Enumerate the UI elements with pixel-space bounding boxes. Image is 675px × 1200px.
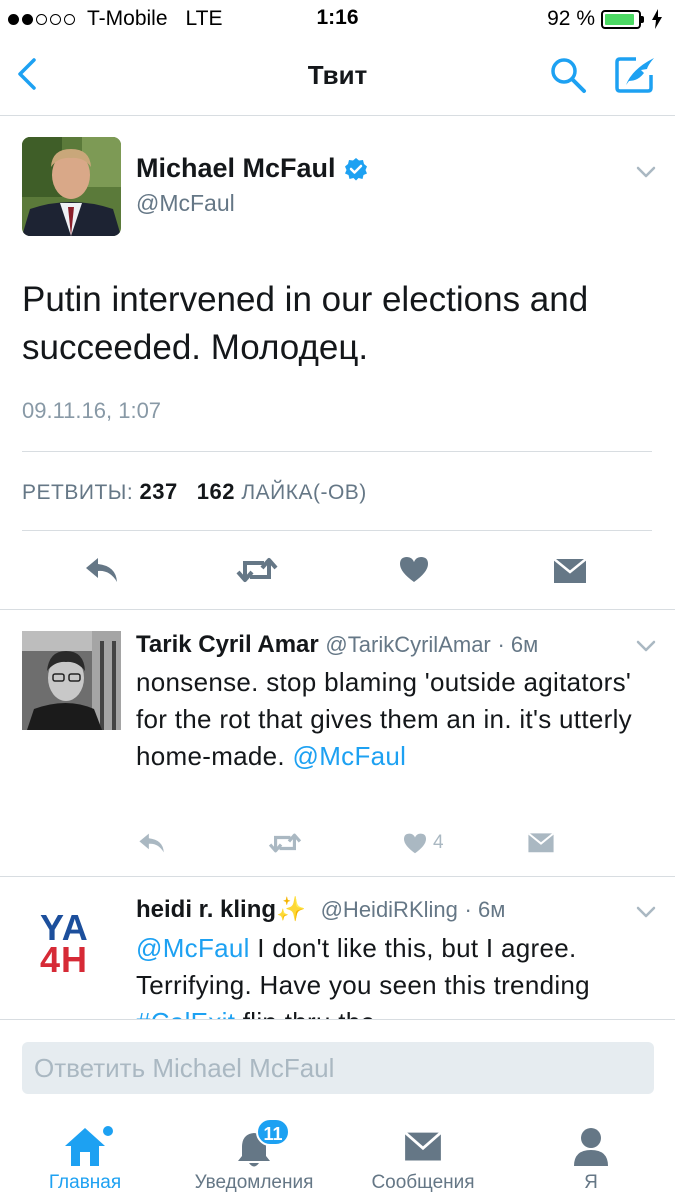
- reply-author-name[interactable]: heidi r. kling: [136, 896, 276, 923]
- retweet-icon[interactable]: [268, 832, 302, 854]
- likes-count[interactable]: 162: [197, 479, 235, 504]
- status-right: 92 %: [547, 7, 663, 31]
- avatar-logo-bottom: 4H: [40, 939, 89, 980]
- like-heart-icon[interactable]: [398, 555, 430, 583]
- reply-body-cont2: flip thru the: [243, 1007, 376, 1019]
- like-count: 4: [433, 832, 444, 853]
- author-name[interactable]: Michael McFaul: [136, 153, 336, 184]
- divider: [0, 609, 675, 610]
- chevron-down-icon[interactable]: [635, 905, 657, 919]
- profile-icon: [574, 1128, 608, 1166]
- reply-author-handle[interactable]: @HeidiRKling: [321, 897, 458, 922]
- sparkles-emoji: ✨: [276, 896, 306, 923]
- reply-text: nonsense. stop blaming 'outside agitator…: [136, 664, 656, 775]
- search-icon[interactable]: [548, 55, 588, 95]
- status-bar: T-Mobile LTE 1:16 92 %: [0, 0, 675, 38]
- tweet-text: Putin intervened in our elections and su…: [22, 280, 589, 367]
- mention-link[interactable]: @McFaul: [136, 933, 250, 963]
- retweets-count[interactable]: 237: [140, 479, 178, 504]
- battery-percent: 92 %: [547, 7, 595, 30]
- reply-composer: Ответить Michael McFaul: [0, 1019, 675, 1114]
- reply-avatar[interactable]: [22, 631, 121, 730]
- author-name-row[interactable]: Michael McFaul: [136, 153, 368, 184]
- reply-input[interactable]: Ответить Michael McFaul: [22, 1042, 654, 1094]
- direct-message-icon[interactable]: [527, 831, 555, 853]
- divider: [22, 530, 652, 531]
- battery-icon: [601, 9, 644, 29]
- chevron-down-icon[interactable]: [635, 639, 657, 653]
- hashtag-link[interactable]: #CalExit: [136, 1007, 235, 1019]
- chevron-down-icon[interactable]: [635, 165, 657, 179]
- retweet-icon[interactable]: [236, 556, 278, 584]
- tab-label: Главная: [48, 1172, 122, 1193]
- charging-bolt-icon: [652, 9, 662, 29]
- tab-label: Сообщения: [371, 1172, 475, 1193]
- reply-author-name[interactable]: Tarik Cyril Amar: [136, 631, 319, 658]
- retweets-label: РЕТВИТЫ:: [22, 481, 134, 504]
- reply-header[interactable]: heidi r. kling✨ @HeidiRKling · 6м: [136, 895, 505, 924]
- tab-home[interactable]: Главная: [5, 1114, 165, 1200]
- reply-time: · 6м: [464, 897, 506, 922]
- envelope-icon: [404, 1131, 442, 1161]
- reply-text: @McFaul I don't like this, but I agree. …: [136, 930, 656, 1019]
- author-avatar[interactable]: [22, 137, 121, 236]
- verified-badge-icon: [344, 157, 367, 180]
- tab-messages[interactable]: Сообщения: [343, 1114, 503, 1200]
- direct-message-icon[interactable]: [553, 556, 587, 584]
- divider: [22, 451, 652, 452]
- tab-bar: Главная 11 Уведомления Сообщения Я: [0, 1114, 675, 1200]
- notification-badge: 11: [256, 1118, 290, 1146]
- like-heart-icon[interactable]: [402, 832, 428, 854]
- tab-me[interactable]: Я: [511, 1114, 671, 1200]
- reply-time: · 6м: [497, 632, 539, 657]
- compose-tweet-icon[interactable]: [614, 55, 658, 95]
- tab-label: Уведомления: [194, 1172, 314, 1193]
- reply-header[interactable]: Tarik Cyril Amar @TarikCyrilAmar · 6м: [136, 631, 538, 659]
- author-handle[interactable]: @McFaul: [136, 190, 235, 217]
- home-icon: [65, 1126, 113, 1166]
- reply-icon[interactable]: [84, 556, 120, 584]
- likes-label: ЛАЙКА(-ОВ): [241, 481, 367, 504]
- reply-avatar[interactable]: YA 4H: [22, 898, 121, 997]
- tweet-date: 09.11.16, 1:07: [22, 398, 162, 423]
- tab-notifications[interactable]: 11 Уведомления: [174, 1114, 334, 1200]
- reply-icon[interactable]: [137, 832, 167, 854]
- tab-label: Я: [584, 1172, 598, 1193]
- reply-body-cont: trending: [493, 970, 590, 1000]
- nav-bar: Твит: [0, 38, 675, 116]
- divider: [0, 876, 675, 877]
- tweet-stats[interactable]: РЕТВИТЫ: 237 162 ЛАЙКА(-ОВ): [22, 479, 367, 505]
- reply-author-handle[interactable]: @TarikCyrilAmar: [325, 632, 490, 657]
- mention-link[interactable]: @McFaul: [293, 741, 407, 771]
